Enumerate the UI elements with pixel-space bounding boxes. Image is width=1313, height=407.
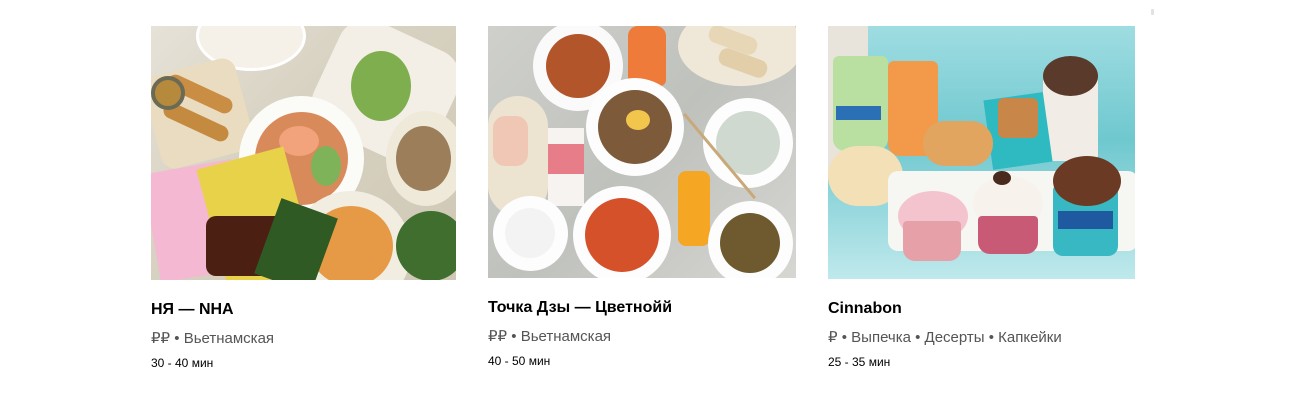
restaurant-tags: ₽₽ • Вьетнамская — [488, 327, 796, 347]
price-level: ₽ — [828, 329, 838, 346]
separator: • — [511, 328, 517, 345]
scrollbar-indicator[interactable] — [1151, 9, 1154, 15]
delivery-time: 40 - 50 мин — [488, 354, 551, 368]
delivery-time: 25 - 35 мин — [828, 355, 891, 369]
restaurant-photo — [151, 26, 456, 280]
restaurant-name[interactable]: Cinnabon — [828, 299, 1135, 319]
restaurant-name[interactable]: Точка Дзы — Цветнойй — [488, 298, 796, 318]
cuisine-list: Вьетнамская — [183, 330, 275, 347]
price-level: ₽₽ — [151, 330, 171, 347]
price-level: ₽₽ — [488, 328, 508, 345]
restaurant-photo — [828, 26, 1135, 279]
restaurant-tags: ₽ • Выпечка • Десерты • Капкейки — [828, 328, 1135, 348]
restaurant-card-tochka-dzy[interactable]: Точка Дзы — Цветнойй ₽₽ • Вьетнамская 40… — [488, 26, 796, 369]
restaurant-name[interactable]: НЯ — NHA — [151, 300, 456, 320]
cuisine-list: Вьетнамская — [520, 328, 612, 345]
separator: • — [174, 330, 180, 347]
restaurant-card-nha[interactable]: НЯ — NHA ₽₽ • Вьетнамская 30 - 40 мин — [151, 26, 456, 371]
delivery-time: 30 - 40 мин — [151, 356, 214, 370]
cuisine-list: Выпечка • Десерты • Капкейки — [851, 329, 1062, 346]
restaurant-tags: ₽₽ • Вьетнамская — [151, 329, 456, 349]
restaurant-card-cinnabon[interactable]: Cinnabon ₽ • Выпечка • Десерты • Капкейк… — [828, 26, 1135, 370]
separator: • — [841, 329, 847, 346]
restaurant-photo — [488, 26, 796, 278]
